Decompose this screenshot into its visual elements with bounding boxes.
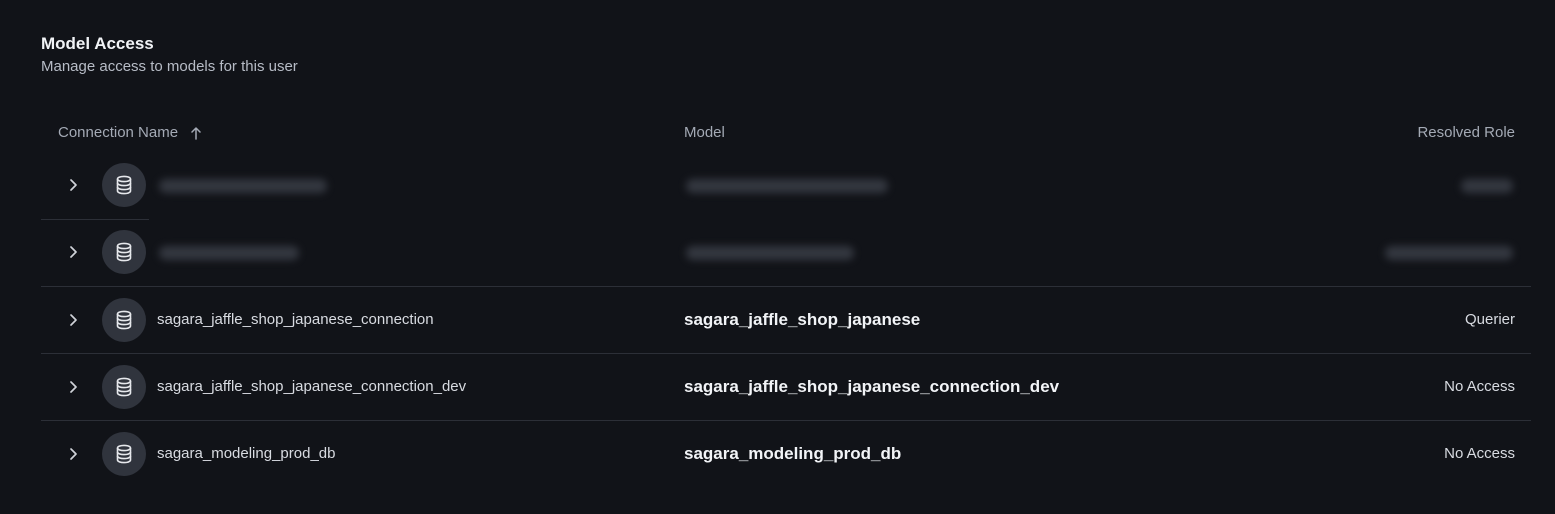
resolved-role: No Access xyxy=(1444,378,1515,395)
model-name: sagara_jaffle_shop_japanese_connection_d… xyxy=(684,377,1060,396)
resolved-role: No Access xyxy=(1444,445,1515,462)
column-header-model[interactable]: Model xyxy=(684,124,725,141)
redacted-model-name xyxy=(686,179,888,193)
column-header-connection-name[interactable]: Connection Name xyxy=(58,124,202,141)
model-access-header: Model Access Manage access to models for… xyxy=(41,33,298,77)
chevron-right-icon[interactable] xyxy=(67,245,79,259)
chevron-right-icon[interactable] xyxy=(67,178,79,192)
table-header: Connection Name Model Resolved Role xyxy=(41,114,1531,152)
redacted-role xyxy=(1461,179,1513,193)
redacted-role xyxy=(1385,246,1513,260)
redacted-model-name xyxy=(686,246,854,260)
database-icon xyxy=(102,298,146,342)
model-access-table: Connection Name Model Resolved Role saga… xyxy=(41,114,1531,487)
table-row[interactable] xyxy=(41,219,1531,286)
redacted-connection-name xyxy=(159,246,299,260)
section-subtitle: Manage access to models for this user xyxy=(41,58,298,75)
column-header-resolved-role[interactable]: Resolved Role xyxy=(1417,124,1515,141)
connection-name: sagara_modeling_prod_db xyxy=(157,445,336,462)
chevron-right-icon[interactable] xyxy=(67,447,79,461)
arrow-up-icon[interactable] xyxy=(190,126,202,140)
database-icon xyxy=(102,163,146,207)
section-title: Model Access xyxy=(41,34,154,53)
connection-name: sagara_jaffle_shop_japanese_connection_d… xyxy=(157,378,467,395)
database-icon xyxy=(102,230,146,274)
chevron-right-icon[interactable] xyxy=(67,313,79,327)
redacted-connection-name xyxy=(159,179,327,193)
table-row[interactable]: sagara_jaffle_shop_japanese_connection s… xyxy=(41,286,1531,353)
database-icon xyxy=(102,432,146,476)
resolved-role: Querier xyxy=(1464,311,1515,328)
chevron-right-icon[interactable] xyxy=(67,380,79,394)
table-row[interactable] xyxy=(41,152,1531,219)
database-icon xyxy=(102,365,146,409)
table-row[interactable]: sagara_jaffle_shop_japanese_connection_d… xyxy=(41,353,1531,420)
column-header-connection-label: Connection Name xyxy=(58,124,179,141)
table-row[interactable]: sagara_modeling_prod_db sagara_modeling_… xyxy=(41,420,1531,487)
connection-name: sagara_jaffle_shop_japanese_connection xyxy=(157,311,434,328)
model-name: sagara_modeling_prod_db xyxy=(684,444,902,463)
model-name: sagara_jaffle_shop_japanese xyxy=(684,310,921,329)
